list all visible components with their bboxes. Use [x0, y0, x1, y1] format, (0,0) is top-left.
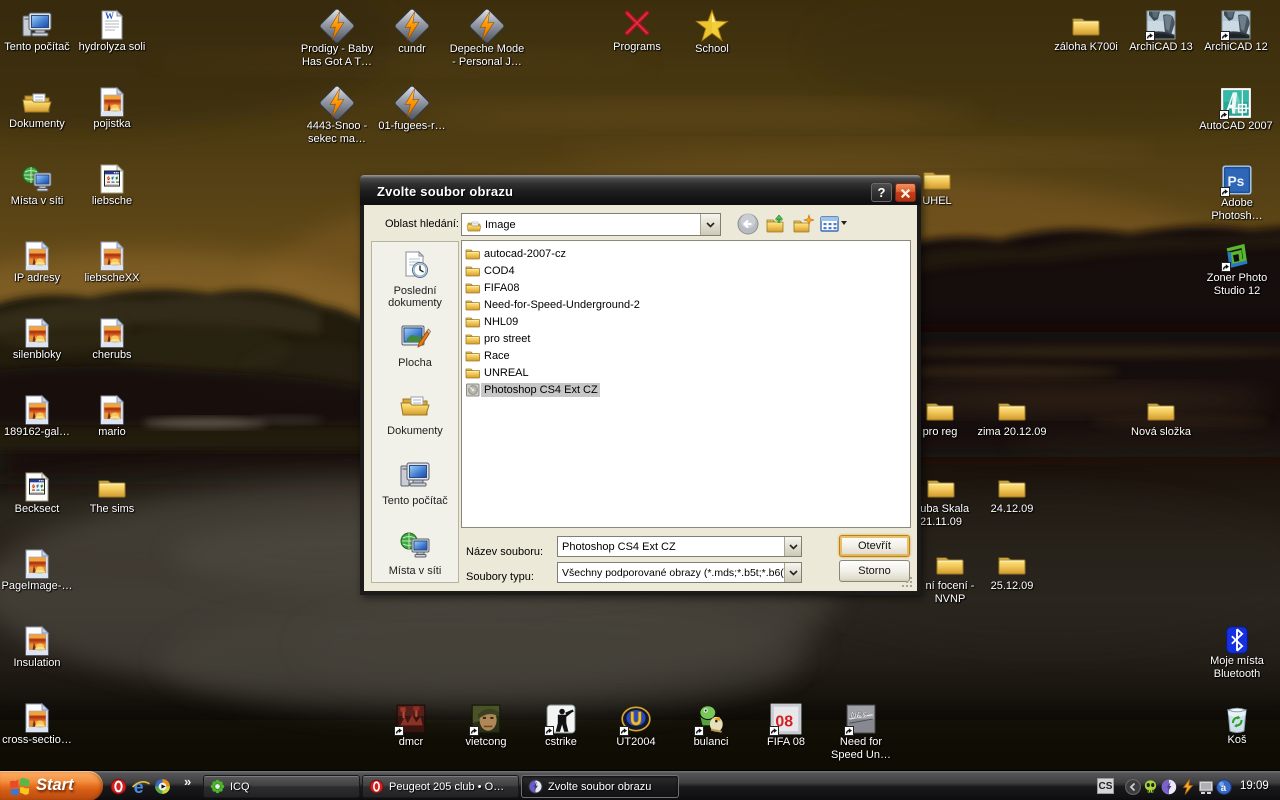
svg-text:a: a — [1221, 783, 1227, 794]
svg-text:e: e — [134, 778, 144, 795]
